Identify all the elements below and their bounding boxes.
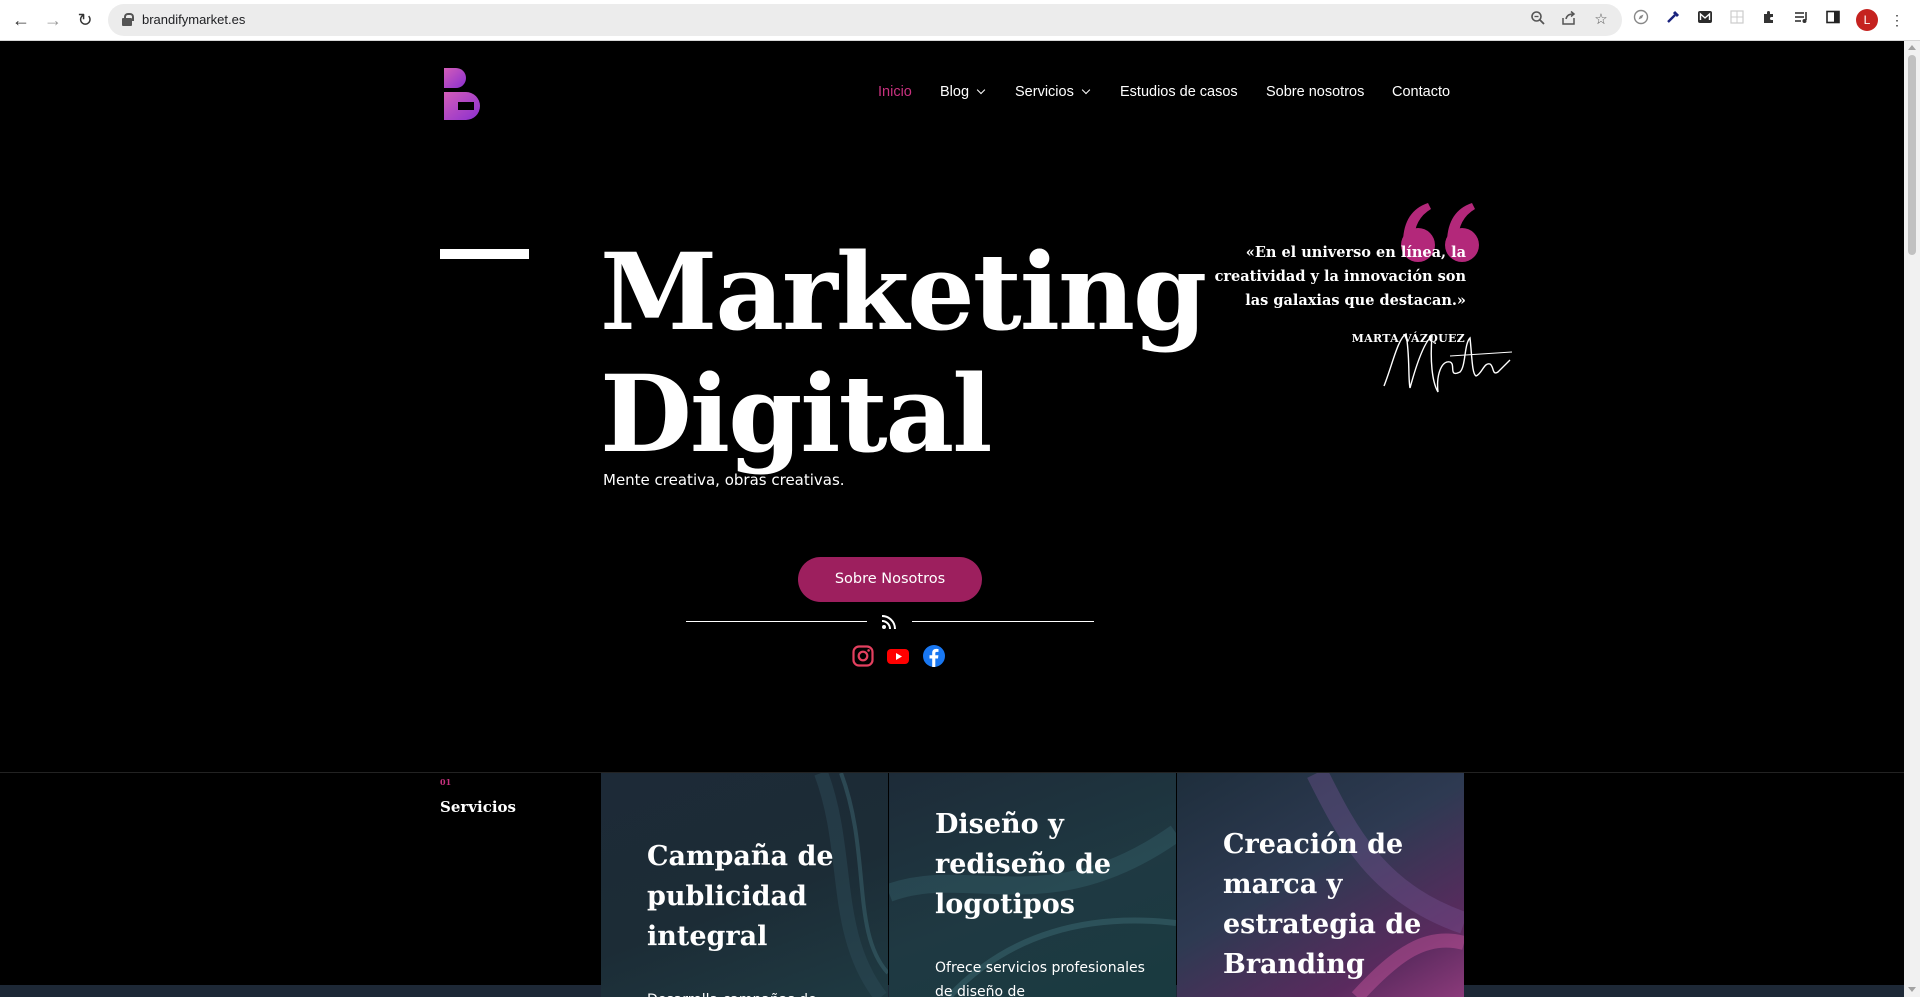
hero-title-line2: Digital [600, 351, 993, 476]
nav-blog-label: Blog [940, 84, 970, 100]
star-icon[interactable]: ☆ [1591, 10, 1611, 30]
compass-extension-icon[interactable] [1630, 9, 1652, 31]
divider-right [912, 621, 1094, 622]
share-icon[interactable] [1559, 10, 1579, 30]
brand-logo[interactable] [442, 66, 482, 122]
sidepanel-icon[interactable] [1822, 9, 1844, 31]
lock-icon[interactable] [122, 13, 134, 26]
nav-servicios-label: Servicios [1015, 84, 1074, 100]
hero-title-line1: Marketing [600, 229, 1207, 354]
divider-left [686, 621, 867, 622]
back-icon[interactable]: ← [10, 9, 32, 31]
nav-sobre-nosotros[interactable]: Sobre nosotros [1266, 84, 1364, 100]
address-bar[interactable]: brandifymarket.es ☆ [108, 4, 1622, 36]
nav-estudios[interactable]: Estudios de casos [1120, 84, 1238, 100]
profile-avatar[interactable]: L [1856, 9, 1878, 31]
grid-extension-icon[interactable] [1726, 9, 1748, 31]
scrollbar[interactable] [1904, 41, 1920, 997]
service-card-title: Diseño y rediseño de logotipos [935, 809, 1112, 920]
puzzle-extension-icon[interactable] [1758, 9, 1780, 31]
service-card[interactable]: Creación de marca y estrategia de Brandi… [1177, 773, 1464, 997]
chevron-down-icon [976, 85, 986, 95]
youtube-icon[interactable] [886, 644, 910, 668]
nav-inicio[interactable]: Inicio [878, 84, 912, 100]
rss-icon[interactable] [880, 613, 898, 631]
scrollbar-thumb[interactable] [1908, 55, 1916, 255]
nav-contacto[interactable]: Contacto [1392, 84, 1450, 100]
instagram-icon[interactable] [851, 644, 875, 668]
service-card-title: Creación de marca y estrategia de Brandi… [1223, 829, 1422, 980]
nav-blog[interactable]: Blog [940, 84, 986, 100]
zoom-icon[interactable] [1528, 10, 1548, 30]
hero-quote: «En el universo en línea, la creatividad… [1214, 244, 1466, 309]
signature-image [1383, 332, 1512, 393]
webpage: Inicio Blog Servicios Estudios de casos … [0, 41, 1904, 997]
hero-subtitle: Mente creativa, obras creativas. [603, 471, 845, 489]
browser-toolbar: ← → ↻ brandifymarket.es ☆ L ⋮ [0, 0, 1920, 41]
m-extension-icon[interactable] [1694, 9, 1716, 31]
sobre-nosotros-button[interactable]: Sobre Nosotros [798, 557, 982, 602]
service-card-desc: Desarrolla campañas de [647, 988, 867, 997]
menu-icon[interactable]: ⋮ [1886, 9, 1908, 31]
media-icon[interactable] [1790, 9, 1812, 31]
services-section-number: 01 [440, 777, 452, 787]
service-card[interactable]: Campaña de publicidad integral Desarroll… [601, 773, 888, 997]
chevron-down-icon [1081, 85, 1091, 95]
service-card[interactable]: Diseño y rediseño de logotipos Ofrece se… [889, 773, 1176, 997]
reload-icon[interactable]: ↻ [74, 9, 96, 31]
service-card-title: Campaña de publicidad integral [647, 841, 834, 952]
eyedropper-extension-icon[interactable] [1662, 9, 1684, 31]
nav-servicios[interactable]: Servicios [1015, 84, 1091, 100]
facebook-icon[interactable] [922, 644, 946, 668]
service-card-desc: Ofrece servicios profesionales de diseño… [935, 960, 1145, 997]
decorative-dash [440, 249, 529, 259]
scroll-up-arrow-icon[interactable] [1908, 45, 1916, 50]
forward-icon[interactable]: → [42, 9, 64, 31]
services-section-title: Servicios [440, 798, 516, 816]
hero-title: Marketing Digital [600, 229, 1207, 476]
scroll-down-arrow-icon[interactable] [1908, 987, 1916, 992]
url-text[interactable]: brandifymarket.es [142, 12, 245, 27]
